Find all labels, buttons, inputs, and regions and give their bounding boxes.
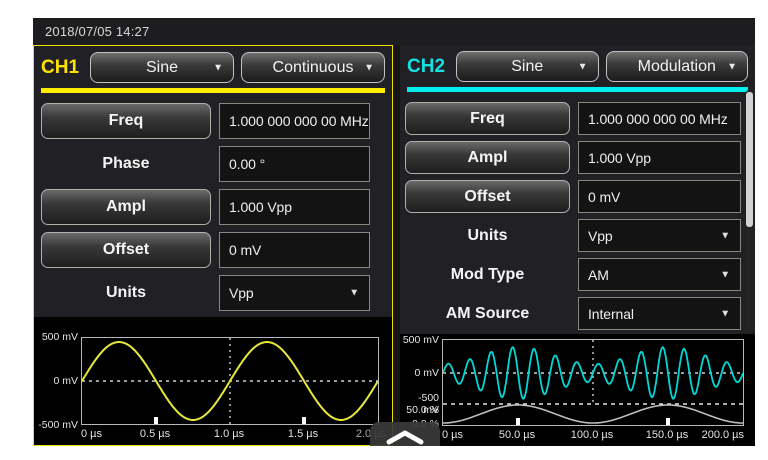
ch1-wave-area: 500 mV 0 mV -500 mV 0 µs 0.5 µs 1.0 µs 1… xyxy=(34,317,392,445)
ch2-plot-frame xyxy=(442,339,744,426)
ch1-ytick-500mv: 500 mV xyxy=(34,331,78,343)
ampl-value-field[interactable]: 1.000 Vpp xyxy=(578,141,741,174)
ch2-wave-area: 500 mV 0 mV -500 mV 50.0 % 0.0 % 0 µs 50… xyxy=(400,334,755,446)
ch2-panel: CH2 Sine ▼ Modulation ▼ Freq 1.000 000 0… xyxy=(400,45,755,446)
ch1-fields: Freq 1.000 000 000 00 MHz Phase 0.00 ° A… xyxy=(34,103,392,311)
units-label: Units xyxy=(405,219,570,252)
ch2-modulating-wave xyxy=(443,405,743,423)
ch2-modtype-row: Mod Type AM ▼ xyxy=(405,258,741,291)
ch2-freq-row: Freq 1.000 000 000 00 MHz xyxy=(405,102,741,135)
offset-value-field[interactable]: 0 mV xyxy=(219,232,370,268)
mod-type-dropdown[interactable]: AM ▼ xyxy=(578,258,741,291)
x-tick-mark xyxy=(516,418,520,425)
freq-button[interactable]: Freq xyxy=(41,103,211,139)
ampl-value-field[interactable]: 1.000 Vpp xyxy=(219,189,370,225)
offset-value-field[interactable]: 0 mV xyxy=(578,180,741,213)
ch2-header: CH2 Sine ▼ Modulation ▼ xyxy=(400,45,755,85)
chevron-down-icon: ▼ xyxy=(720,269,730,280)
units-value: Vpp xyxy=(588,228,613,244)
ch2-xtick-1: 50.0 µs xyxy=(499,429,535,441)
ch1-header: CH1 Sine ▼ Continuous ▼ xyxy=(34,46,392,86)
ch1-offset-row: Offset 0 mV xyxy=(41,232,370,268)
ch1-xtick-3: 1.5 µs xyxy=(288,428,318,440)
mod-type-value: AM xyxy=(588,267,609,283)
ch1-freq-row: Freq 1.000 000 000 00 MHz xyxy=(41,103,370,139)
offset-button[interactable]: Offset xyxy=(405,180,570,213)
ch1-plot-frame xyxy=(81,337,379,425)
ch2-xtick-2: 100.0 µs xyxy=(571,429,613,441)
ch2-scrollbar-track[interactable] xyxy=(746,90,753,332)
ch2-ytick-50pct: 50.0 % xyxy=(400,404,439,416)
ch1-mode-select[interactable]: Continuous ▼ xyxy=(241,52,385,83)
ch1-label: CH1 xyxy=(41,57,83,79)
ch1-ampl-row: Ampl 1.000 Vpp xyxy=(41,189,370,225)
phase-value-field[interactable]: 0.00 ° xyxy=(219,146,370,182)
chevron-down-icon: ▼ xyxy=(364,62,374,73)
offset-button[interactable]: Offset xyxy=(41,232,211,268)
units-label: Units xyxy=(41,275,211,311)
am-source-label: AM Source xyxy=(405,297,570,330)
mod-type-label: Mod Type xyxy=(405,258,570,291)
ch2-mode-select[interactable]: Modulation ▼ xyxy=(606,51,749,82)
phase-label: Phase xyxy=(41,146,211,182)
ch2-xtick-3: 150.0 µs xyxy=(646,429,688,441)
instrument-screen: 2018/07/05 14:27 CH1 Sine ▼ Continuous ▼… xyxy=(33,18,755,446)
chevron-down-icon: ▼ xyxy=(349,288,359,299)
ch2-mode-value: Modulation xyxy=(638,58,716,76)
datetime-text: 2018/07/05 14:27 xyxy=(45,24,149,39)
x-tick-mark xyxy=(666,418,670,425)
ch2-amsource-row: AM Source Internal ▼ xyxy=(405,297,741,330)
ch2-scrollbar-thumb[interactable] xyxy=(746,92,753,227)
chevron-down-icon: ▼ xyxy=(578,61,588,72)
status-bar: 2018/07/05 14:27 xyxy=(33,18,755,45)
units-value: Vpp xyxy=(229,285,254,301)
ch1-ytick-n500mv: -500 mV xyxy=(34,419,78,431)
ch2-waveform-value: Sine xyxy=(511,58,543,76)
chevron-down-icon: ▼ xyxy=(727,61,737,72)
ch2-waveform-select[interactable]: Sine ▼ xyxy=(456,51,599,82)
x-tick-mark xyxy=(302,417,306,424)
freq-button[interactable]: Freq xyxy=(405,102,570,135)
ch2-xtick-4: 200.0 µs xyxy=(702,429,744,441)
ch1-units-row: Units Vpp ▼ xyxy=(41,275,370,311)
ch2-accent-bar xyxy=(407,87,748,92)
chevron-down-icon: ▼ xyxy=(720,230,730,241)
ch2-label: CH2 xyxy=(407,56,449,78)
ch2-offset-row: Offset 0 mV xyxy=(405,180,741,213)
ch1-waveform-select[interactable]: Sine ▼ xyxy=(90,52,234,83)
ch2-plot xyxy=(443,340,743,425)
chevron-up-icon xyxy=(382,429,428,446)
am-source-dropdown[interactable]: Internal ▼ xyxy=(578,297,741,330)
freq-value-field[interactable]: 1.000 000 000 00 MHz xyxy=(219,103,370,139)
units-dropdown[interactable]: Vpp ▼ xyxy=(578,219,741,252)
ch1-waveform-value: Sine xyxy=(146,59,178,77)
chevron-down-icon: ▼ xyxy=(213,62,223,73)
ch2-xtick-0: 0 µs xyxy=(442,429,463,441)
ch2-ytick-500mv: 500 mV xyxy=(400,334,439,346)
x-tick-mark xyxy=(154,417,158,424)
am-source-value: Internal xyxy=(588,306,634,322)
freq-value-field[interactable]: 1.000 000 000 00 MHz xyxy=(578,102,741,135)
ch2-ampl-row: Ampl 1.000 Vpp xyxy=(405,141,741,174)
ch1-panel: CH1 Sine ▼ Continuous ▼ Freq 1.000 000 0… xyxy=(33,45,393,446)
ampl-button[interactable]: Ampl xyxy=(41,189,211,225)
ch1-mode-value: Continuous xyxy=(273,59,354,77)
ch1-plot xyxy=(82,338,378,424)
ch1-ytick-0mv: 0 mV xyxy=(34,375,78,387)
ch1-xtick-1: 0.5 µs xyxy=(140,428,170,440)
ch2-ytick-0mv: 0 mV xyxy=(400,367,439,379)
ch2-units-row: Units Vpp ▼ xyxy=(405,219,741,252)
units-dropdown[interactable]: Vpp ▼ xyxy=(219,275,370,311)
ch1-xtick-0: 0 µs xyxy=(81,428,102,440)
ch1-accent-bar xyxy=(41,88,385,93)
expand-panel-button[interactable] xyxy=(370,422,440,446)
ampl-button[interactable]: Ampl xyxy=(405,141,570,174)
chevron-down-icon: ▼ xyxy=(720,308,730,319)
ch1-xtick-2: 1.0 µs xyxy=(214,428,244,440)
ch1-phase-row: Phase 0.00 ° xyxy=(41,146,370,182)
ch2-fields: Freq 1.000 000 000 00 MHz Ampl 1.000 Vpp… xyxy=(400,102,755,330)
